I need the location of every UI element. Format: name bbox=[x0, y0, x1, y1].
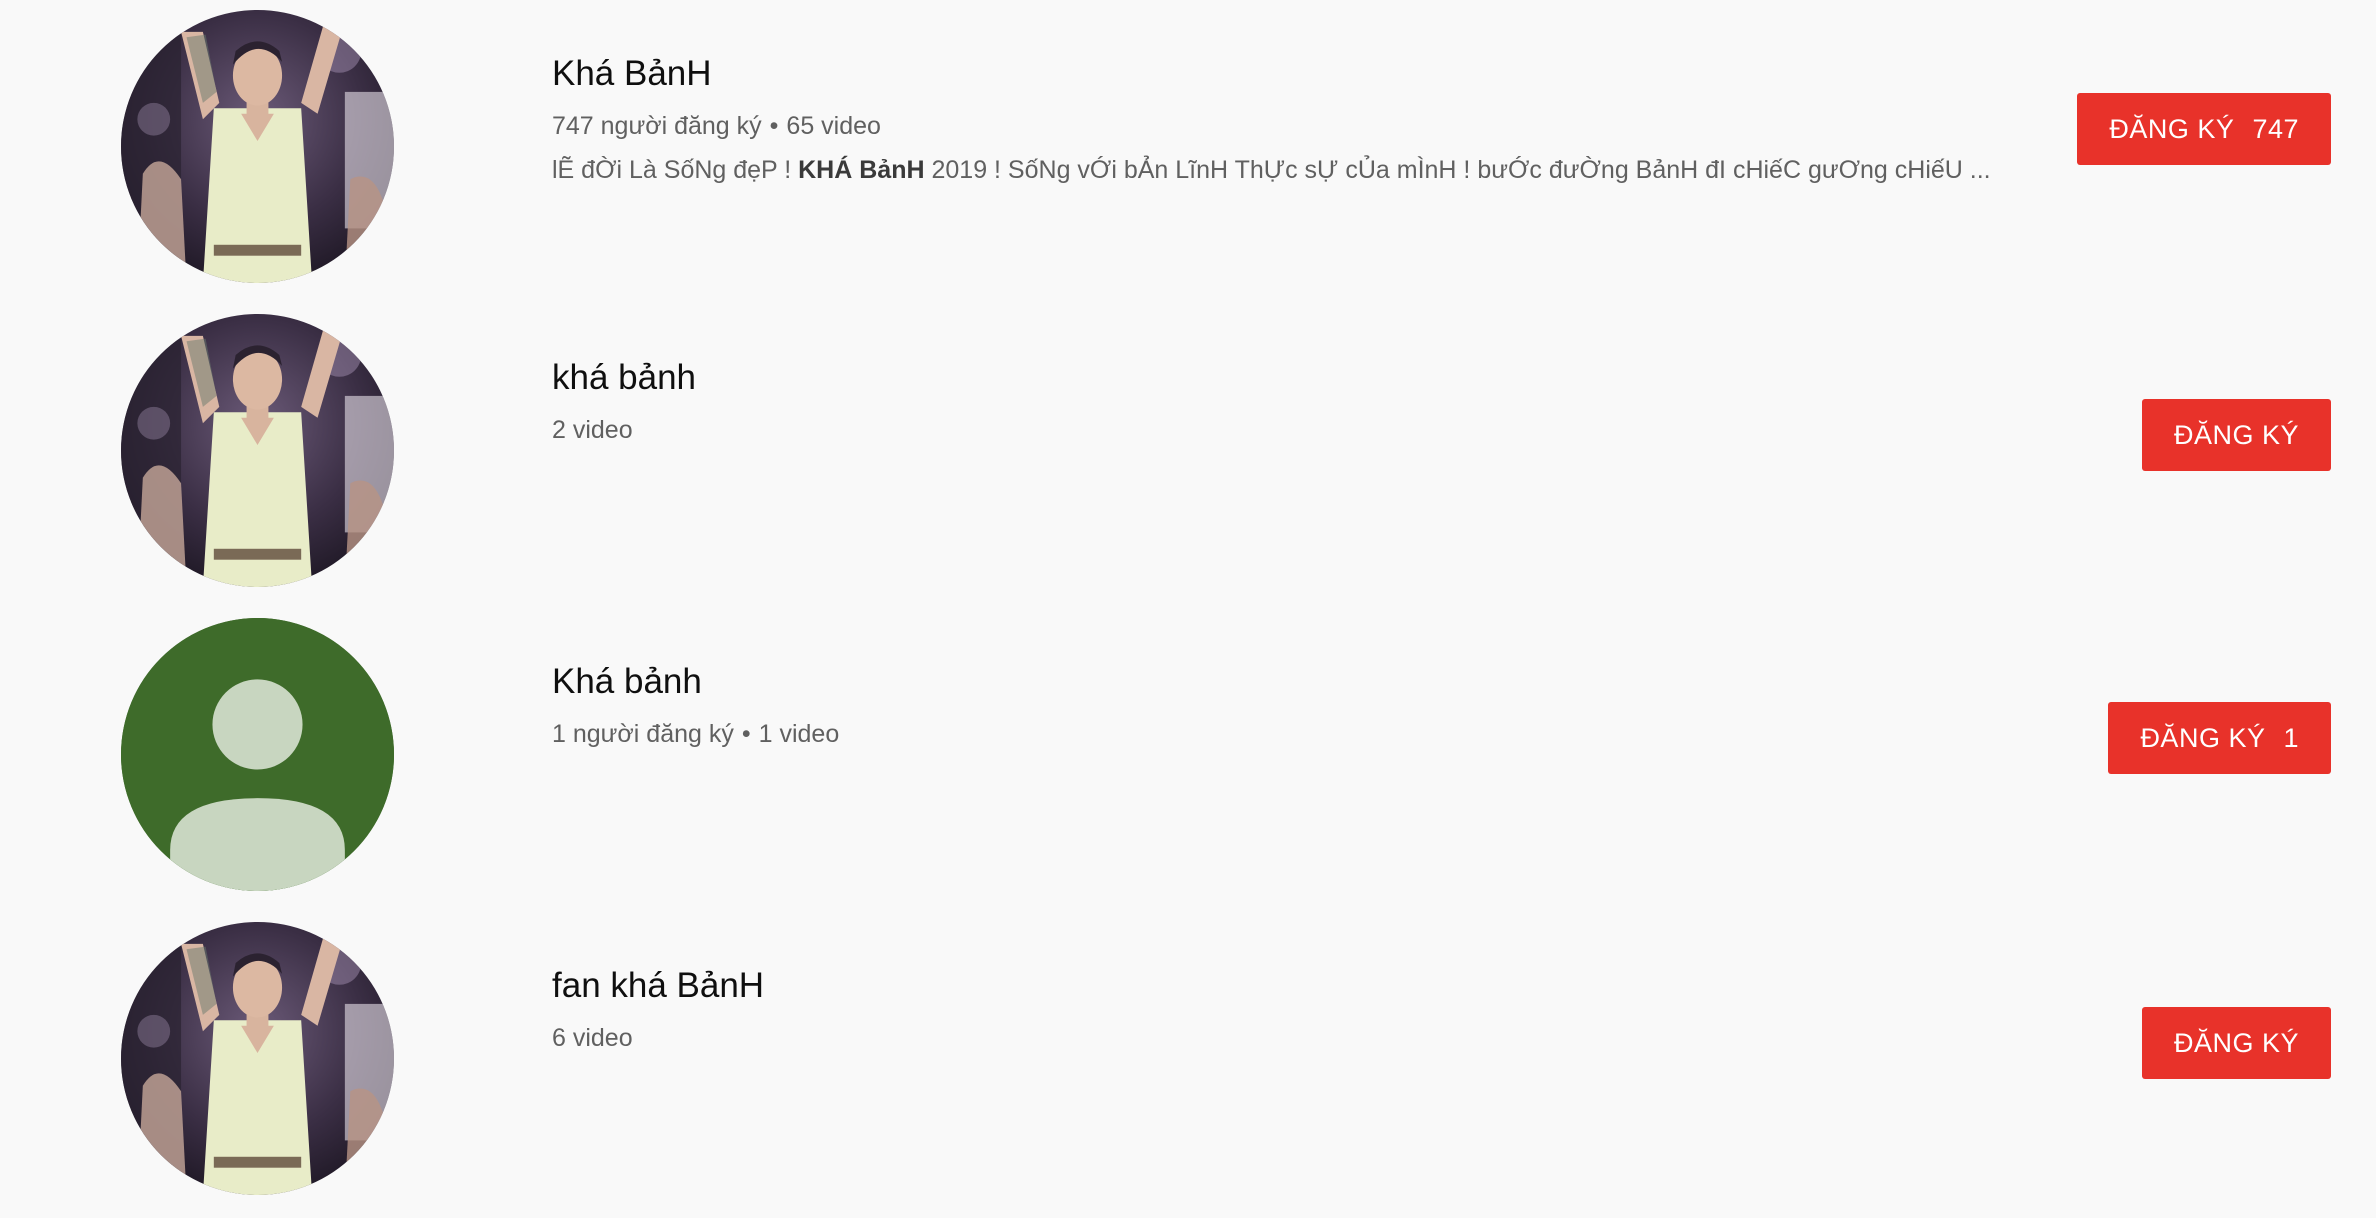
channel-results-list: Khá BảnH 747 người đăng ký • 65 video lẼ đ… bbox=[0, 0, 2376, 1218]
channel-row[interactable]: khá bảnh 2 video ĐĂNG KÝ bbox=[0, 304, 2376, 587]
person-photo-icon bbox=[121, 10, 394, 283]
channel-info: khá bảnh 2 video bbox=[552, 356, 1992, 448]
subscribe-label: ĐĂNG KÝ bbox=[2109, 113, 2235, 144]
video-count: 1 video bbox=[758, 720, 840, 748]
meta-separator: • bbox=[741, 720, 751, 748]
channel-name[interactable]: Khá bảnh bbox=[552, 660, 1992, 704]
subscribe-label: ĐĂNG KÝ bbox=[2173, 419, 2299, 450]
meta-separator: • bbox=[769, 112, 779, 140]
channel-avatar[interactable] bbox=[121, 922, 394, 1195]
description-text: lẼ đỜi Là SốNg đẹP ! bbox=[552, 156, 799, 184]
default-user-icon bbox=[121, 618, 394, 891]
channel-name[interactable]: fan khá BảnH bbox=[552, 964, 1992, 1008]
subscribe-count: 1 bbox=[2283, 722, 2299, 753]
subscribe-button[interactable]: ĐĂNG KÝ 1 bbox=[2108, 702, 2331, 774]
channel-info: fan khá BảnH 6 video bbox=[552, 964, 1992, 1056]
subscribe-label: ĐĂNG KÝ bbox=[2173, 1027, 2299, 1058]
channel-meta: 1 người đăng ký • 1 video bbox=[552, 716, 1992, 752]
channel-meta: 2 video bbox=[552, 412, 1992, 448]
channel-row[interactable]: Khá bảnh 1 người đăng ký • 1 video ĐĂNG KÝ… bbox=[0, 608, 2376, 891]
channel-avatar[interactable] bbox=[121, 314, 394, 587]
channel-avatar[interactable] bbox=[121, 10, 394, 283]
channel-meta: 6 video bbox=[552, 1020, 1992, 1056]
subscribe-button[interactable]: ĐĂNG KÝ bbox=[2141, 399, 2331, 471]
channel-name[interactable]: khá bảnh bbox=[552, 356, 1992, 400]
video-count: 6 video bbox=[552, 1024, 633, 1052]
channel-info: Khá bảnh 1 người đăng ký • 1 video bbox=[552, 660, 1992, 752]
person-photo-icon bbox=[121, 314, 394, 587]
subscribe-button[interactable]: ĐĂNG KÝ bbox=[2141, 1007, 2331, 1079]
subscribe-count: 747 bbox=[2252, 113, 2299, 144]
channel-name[interactable]: Khá BảnH bbox=[552, 52, 1992, 96]
channel-row[interactable]: fan khá BảnH 6 video ĐĂNG KÝ bbox=[0, 912, 2376, 1195]
channel-info: Khá BảnH 747 người đăng ký • 65 video lẼ đ… bbox=[552, 52, 1992, 188]
subscribe-label: ĐĂNG KÝ bbox=[2140, 722, 2266, 753]
person-photo-icon bbox=[121, 922, 394, 1195]
subscribe-button[interactable]: ĐĂNG KÝ 747 bbox=[2077, 93, 2331, 165]
description-text: 2019 ! SốNg vỚi bẢn LĩnH ThỰc sỰ cỦa mÌn… bbox=[924, 156, 1991, 184]
subscriber-count: 1 người đăng ký bbox=[552, 720, 734, 748]
subscriber-count: 747 người đăng ký bbox=[552, 112, 762, 140]
channel-description: lẼ đỜi Là SốNg đẹP ! KHÁ BảnH 2019 ! SốN… bbox=[552, 152, 1992, 188]
channel-avatar[interactable] bbox=[121, 618, 394, 891]
channel-row[interactable]: Khá BảnH 747 người đăng ký • 65 video lẼ đ… bbox=[0, 0, 2376, 283]
description-highlight: KHÁ BảnH bbox=[798, 156, 925, 184]
video-count: 2 video bbox=[552, 416, 633, 444]
video-count: 65 video bbox=[786, 112, 881, 140]
channel-meta: 747 người đăng ký • 65 video bbox=[552, 108, 1992, 144]
